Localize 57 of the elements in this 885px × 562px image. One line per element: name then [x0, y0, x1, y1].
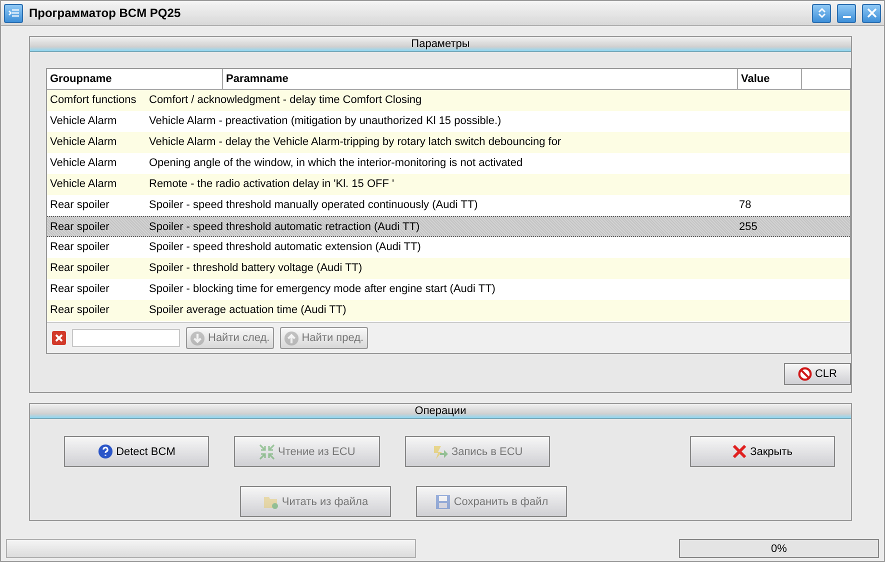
table-cell-text: Comfort functions: [49, 93, 138, 108]
restore-button[interactable]: [812, 4, 831, 22]
search-field[interactable]: [72, 329, 180, 347]
table-row[interactable]: Rear spoiler Spoiler - threshold battery voltage (Audi TT): [47, 258, 850, 279]
column-header[interactable]: Groupname: [47, 69, 223, 90]
table-row[interactable]: Rear spoiler Spoiler average actuation time (Audi TT): [47, 300, 850, 321]
table-cell-text: Vehicle Alarm - preactivation (mitigation by unauthorized Kl 15 possible.): [148, 114, 502, 129]
arrows-icon: [259, 444, 276, 460]
table-cell-text: Spoiler - speed threshold automatic extension (Audi TT): [148, 240, 422, 255]
no-entry-icon: [798, 367, 812, 381]
table-cell-text: Rear spoiler: [49, 261, 110, 276]
table-cell-text: Remote - the radio activation delay in 'Kl. 15 OFF ': [148, 177, 396, 192]
table-cell-text: Rear spoiler: [49, 240, 110, 255]
table-cell-text: Comfort / acknowledgment - delay time Comfort Closing: [148, 93, 423, 108]
table-cell-text: Vehicle Alarm: [49, 114, 118, 129]
table-cell-text: Spoiler - speed threshold manually operated continuously (Audi TT): [148, 198, 479, 213]
table-cell-text: Vehicle Alarm - delay the Vehicle Alarm-tripping by rotary latch switch debouncing for: [148, 135, 562, 150]
table-cell-text: Spoiler - threshold battery voltage (Audi TT): [148, 261, 364, 276]
table-row[interactable]: Comfort functions Comfort / acknowledgment - delay time Comfort Closing: [47, 90, 850, 111]
close-icon: [866, 8, 876, 18]
close-icon: [732, 444, 748, 459]
help-icon: [98, 444, 114, 459]
menu-icon: [8, 8, 20, 18]
minimize-icon: [842, 16, 852, 18]
close-icon[interactable]: [52, 331, 66, 345]
table-cell-text: Spoiler average actuation time (Audi TT): [148, 303, 348, 318]
table-row[interactable]: Vehicle Alarm Vehicle Alarm - delay the Vehicle Alarm-tripping by rotary latch switch debouncing for: [47, 132, 850, 153]
table-cell-text: Spoiler - speed threshold automatic retraction (Audi TT): [148, 220, 421, 235]
panel-title: Параметры: [30, 37, 851, 52]
window-title: Программатор BCM PQ25: [29, 6, 182, 20]
table-cell-text: Spoiler - blocking time for emergency mode after engine start (Audi TT): [148, 282, 496, 297]
up-down-icon: [816, 7, 826, 19]
table-cell-text: 255: [738, 220, 758, 235]
table-cell-text: 78: [738, 198, 752, 213]
arrow-down-icon: [190, 330, 205, 346]
table-cell-text: Rear spoiler: [49, 282, 110, 297]
table-cell-text: Rear spoiler: [49, 198, 110, 213]
save-icon: [434, 494, 451, 510]
table-cell-text: Rear spoiler: [49, 220, 110, 235]
table-row[interactable]: Vehicle Alarm Remote - the radio activation delay in 'Kl. 15 OFF ': [47, 174, 850, 195]
table-cell-text: Opening angle of the window, in which the interior-monitoring is not activated: [148, 156, 524, 171]
table-row[interactable]: Rear spoiler Spoiler - speed threshold automatic retraction (Audi TT) 255: [47, 216, 850, 237]
action-button[interactable]: Detect BCM: [64, 436, 210, 467]
lightning-arrow-icon: [432, 444, 448, 460]
close-button[interactable]: [862, 4, 881, 22]
table-cell-text: Vehicle Alarm: [49, 135, 118, 150]
action-button[interactable]: Закрыть: [690, 436, 835, 467]
arrow-up-icon: [284, 330, 299, 346]
window-menu-button[interactable]: [4, 4, 23, 22]
minimize-button[interactable]: [837, 4, 856, 22]
table-cell-text: Rear spoiler: [49, 303, 110, 318]
column-header[interactable]: Paramname: [223, 69, 738, 90]
clear-button[interactable]: CLR: [784, 363, 851, 385]
column-header[interactable]: Value: [738, 69, 802, 90]
table-cell-text: Vehicle Alarm: [49, 156, 118, 171]
panel-title: Операции: [30, 404, 851, 419]
table-cell-text: Vehicle Alarm: [49, 177, 118, 192]
